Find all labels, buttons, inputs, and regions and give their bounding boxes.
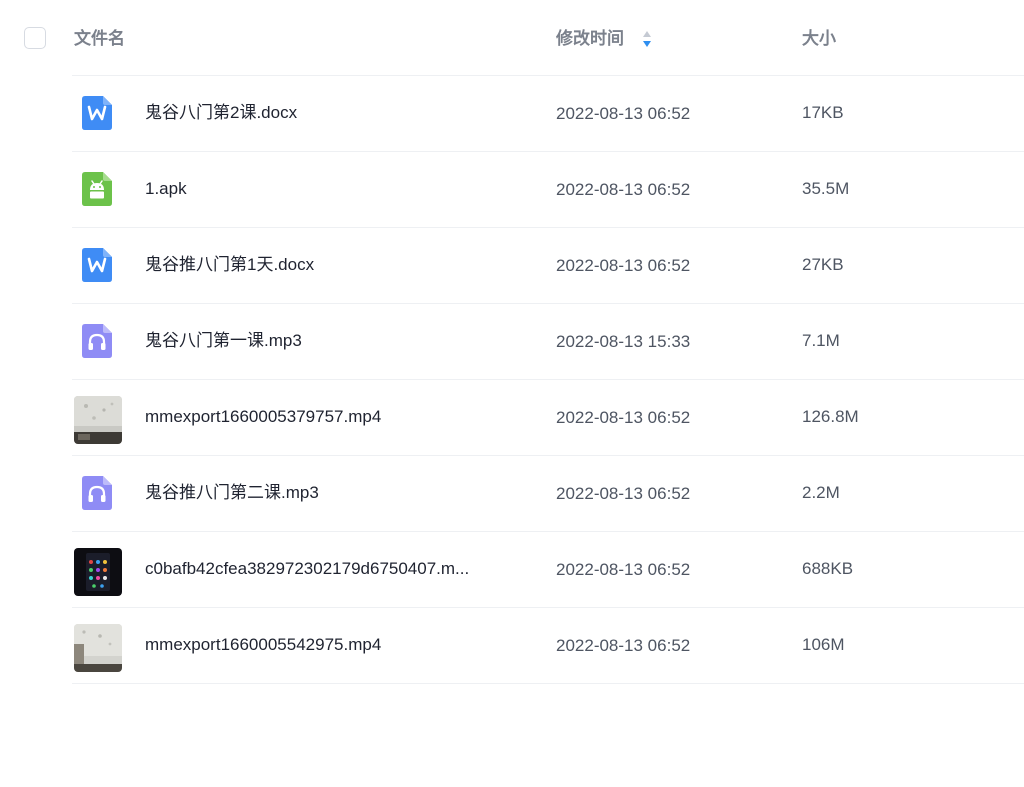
file-size: 35.5M [802,179,850,198]
audio-file-icon [82,476,112,510]
audio-file-icon [82,324,112,358]
file-list-page: 文件名 修改时间 大小 鬼谷八门第2课.docx 2022-08-13 06:5… [0,0,1024,787]
file-modified-time: 2022-08-13 06:52 [556,484,691,503]
file-modified-time: 2022-08-13 06:52 [556,104,691,123]
file-size: 17KB [802,103,844,122]
video-thumbnail [74,548,122,596]
file-size: 126.8M [802,407,859,426]
file-name[interactable]: c0bafb42cfea382972302179d6750407.m... [145,558,469,580]
file-row[interactable]: 鬼谷推八门第二课.mp3 2022-08-13 06:52 2.2M [0,456,1024,532]
file-modified-time: 2022-08-13 15:33 [556,332,691,351]
file-list-header: 文件名 修改时间 大小 [0,0,1024,76]
file-row[interactable]: 1.apk 2022-08-13 06:52 35.5M [0,152,1024,228]
file-name[interactable]: 鬼谷八门第一课.mp3 [145,330,302,352]
column-header-name[interactable]: 文件名 [74,28,125,50]
file-size: 7.1M [802,331,840,350]
file-modified-time: 2022-08-13 06:52 [556,636,691,655]
file-modified-time: 2022-08-13 06:52 [556,408,691,427]
file-name[interactable]: 鬼谷推八门第二课.mp3 [145,482,319,504]
column-header-size[interactable]: 大小 [802,28,836,50]
file-name[interactable]: mmexport1660005379757.mp4 [145,406,381,428]
file-row[interactable]: 鬼谷八门第一课.mp3 2022-08-13 15:33 7.1M [0,304,1024,380]
file-size: 688KB [802,559,854,578]
video-thumbnail [74,396,122,444]
file-modified-time: 2022-08-13 06:52 [556,560,691,579]
file-modified-time: 2022-08-13 06:52 [556,180,691,199]
file-row[interactable]: 鬼谷推八门第1天.docx 2022-08-13 06:52 27KB [0,228,1024,304]
android-apk-icon [82,172,112,206]
word-doc-icon [82,248,112,282]
file-row[interactable]: c0bafb42cfea382972302179d6750407.m... 20… [0,532,1024,608]
file-size: 2.2M [802,483,840,502]
video-thumbnail [74,624,122,672]
file-name[interactable]: mmexport1660005542975.mp4 [145,634,381,656]
file-name[interactable]: 1.apk [145,178,187,200]
file-name[interactable]: 鬼谷推八门第1天.docx [145,254,314,276]
file-list: 鬼谷八门第2课.docx 2022-08-13 06:52 17KB 1.apk… [0,76,1024,684]
file-size: 27KB [802,255,844,274]
file-name[interactable]: 鬼谷八门第2课.docx [145,102,297,124]
file-modified-time: 2022-08-13 06:52 [556,256,691,275]
file-row[interactable]: 鬼谷八门第2课.docx 2022-08-13 06:52 17KB [0,76,1024,152]
word-doc-icon [82,96,112,130]
column-header-modified-time[interactable]: 修改时间 [556,28,624,50]
select-all-checkbox[interactable] [24,27,46,49]
file-row[interactable]: mmexport1660005379757.mp4 2022-08-13 06:… [0,380,1024,456]
file-size: 106M [802,635,845,654]
file-row[interactable]: mmexport1660005542975.mp4 2022-08-13 06:… [0,608,1024,684]
sort-icon[interactable] [642,30,652,48]
